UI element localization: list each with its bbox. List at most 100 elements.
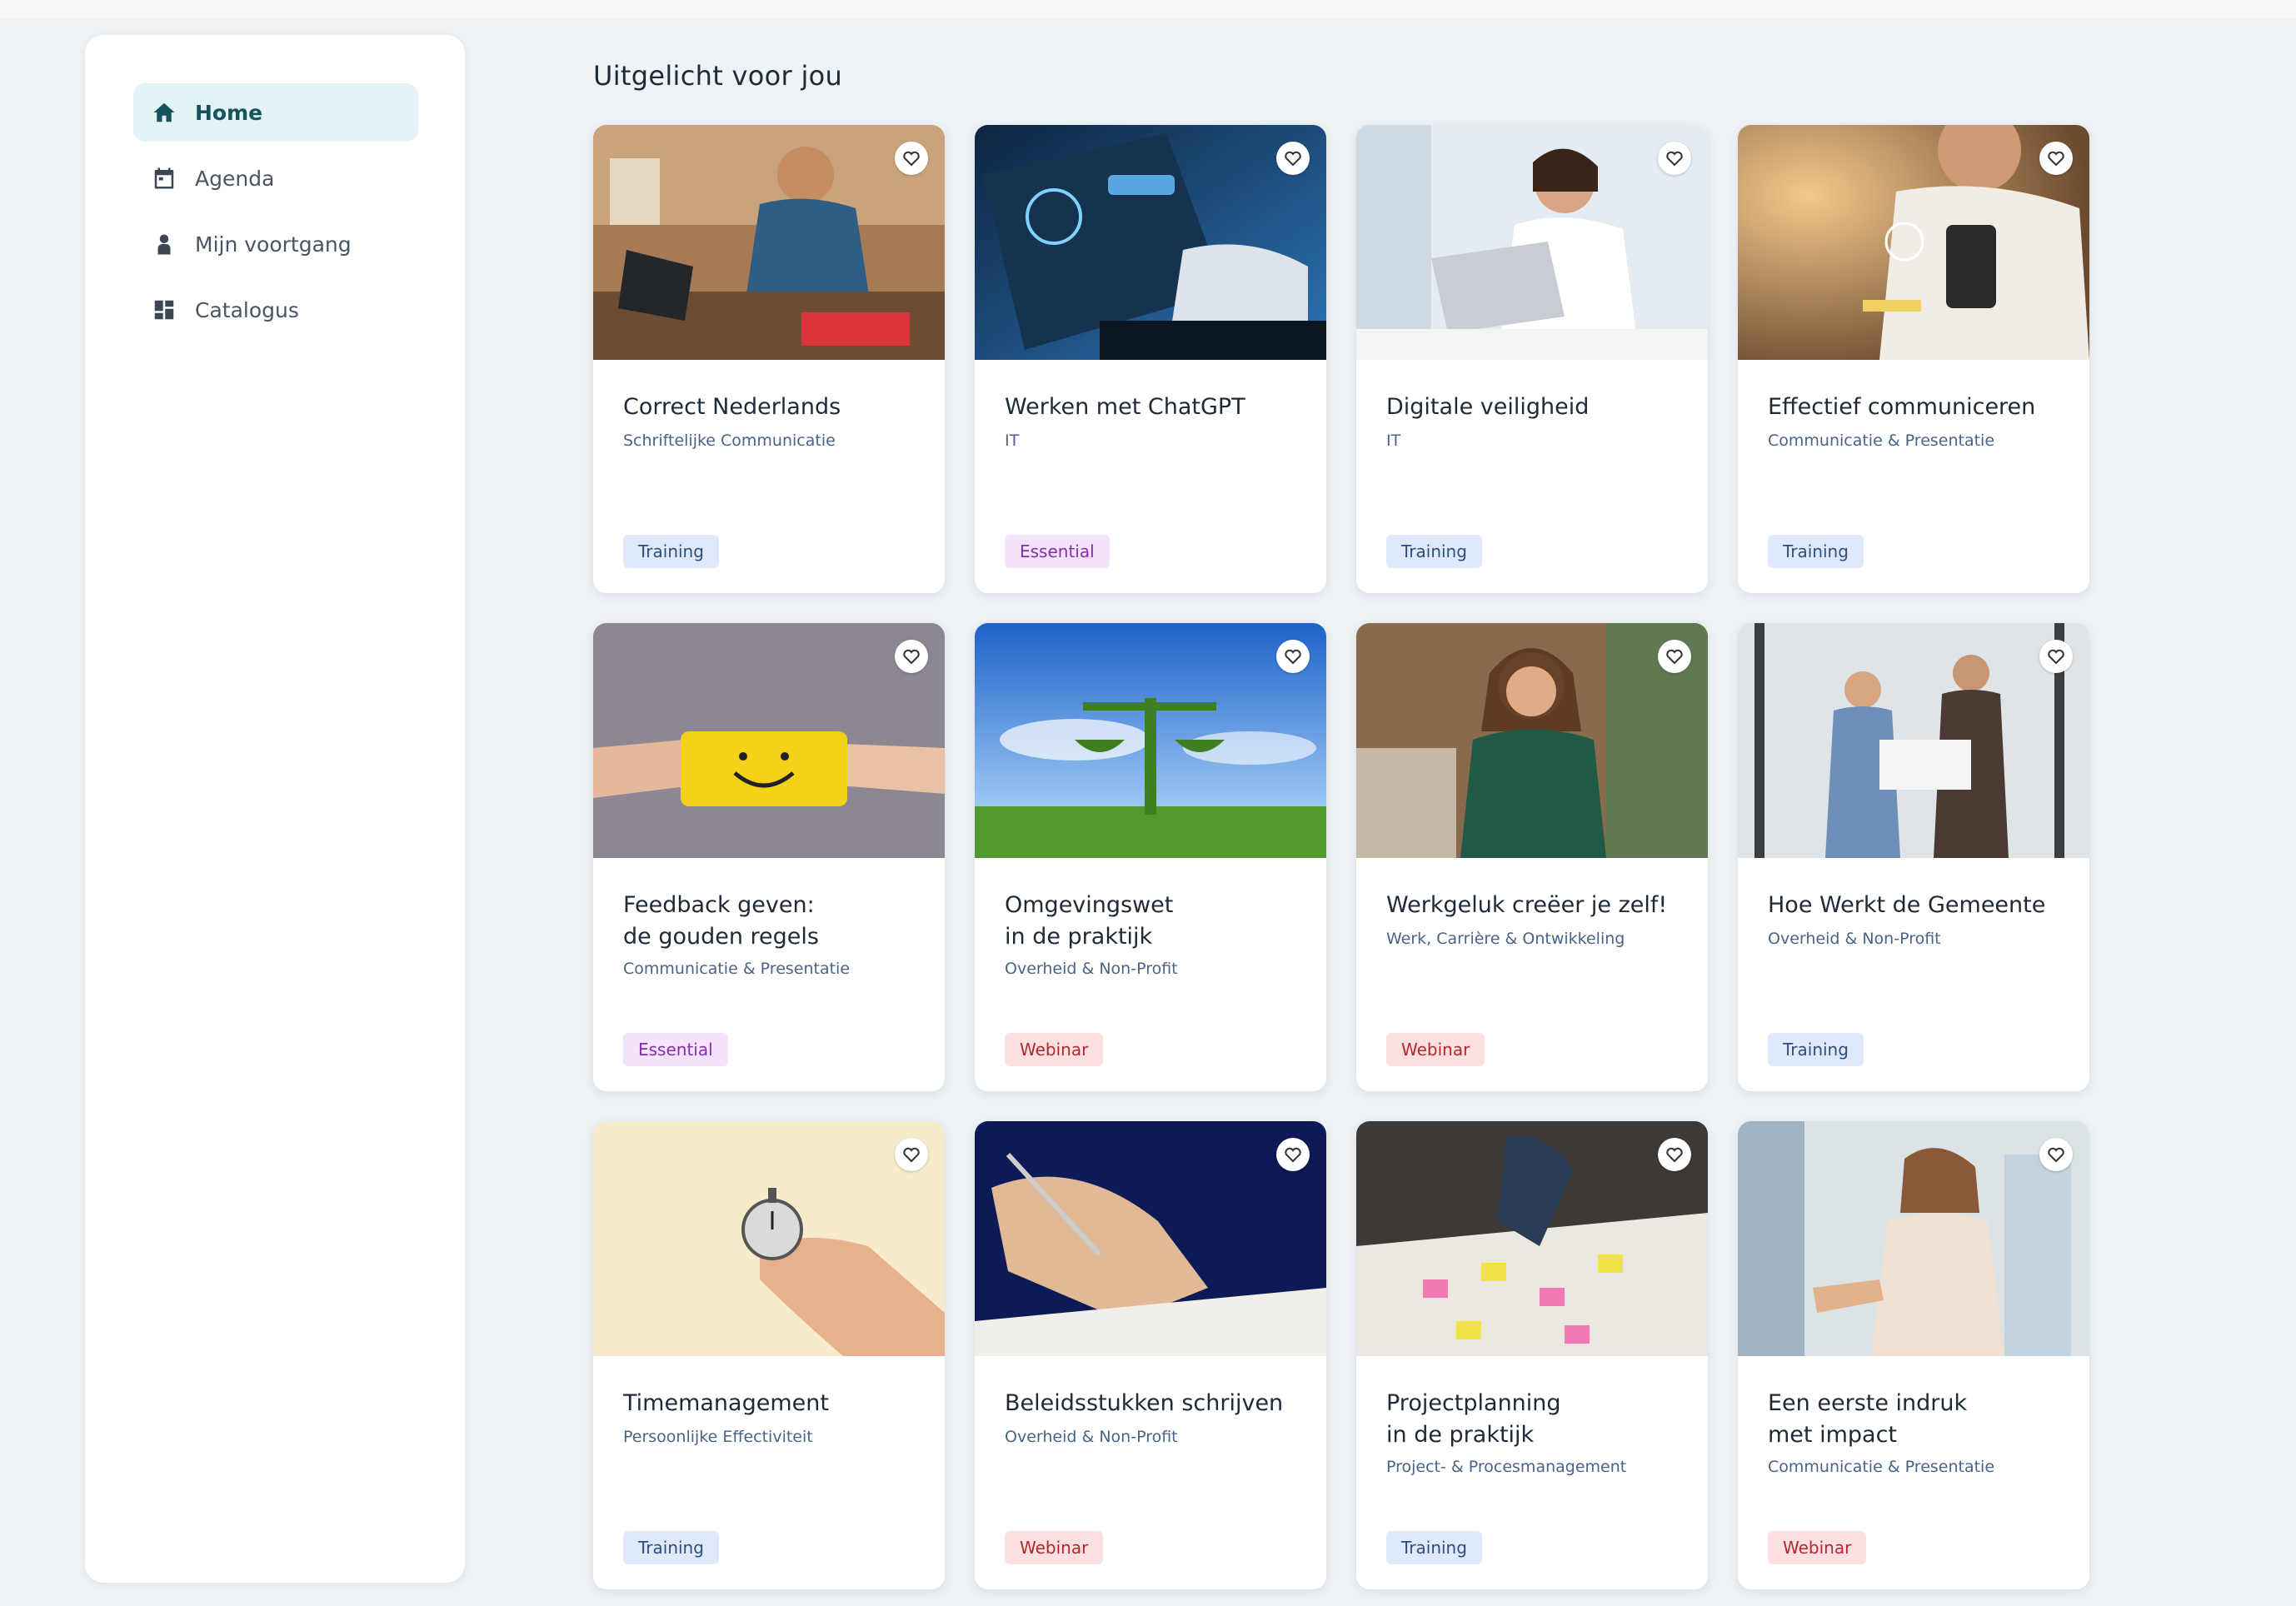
- course-card[interactable]: Omgevingswet in de praktijk Overheid & N…: [975, 623, 1326, 1091]
- sidebar-item-home[interactable]: Home: [133, 83, 418, 142]
- card-badge: Training: [1386, 535, 1482, 568]
- course-card[interactable]: Werkgeluk creëer je zelf! Werk, Carrière…: [1356, 623, 1708, 1091]
- heart-icon: [1285, 151, 1301, 167]
- sidebar-item-label: Mijn voortgang: [195, 232, 352, 257]
- favorite-button[interactable]: [1276, 142, 1310, 175]
- card-title: Effectief communiceren: [1768, 394, 2036, 420]
- favorite-button[interactable]: [2039, 640, 2073, 673]
- favorite-button[interactable]: [895, 640, 928, 673]
- card-title: Timemanagement: [623, 1390, 829, 1416]
- stopwatch-photo: [593, 1121, 945, 1356]
- favorite-button[interactable]: [1276, 1138, 1310, 1171]
- sidebar-nav: Home Agenda Mijn voortgang Catalogus: [133, 83, 418, 347]
- top-strip: [0, 0, 2296, 18]
- favorite-button[interactable]: [895, 1138, 928, 1171]
- card-category: Project- & Procesmanagement: [1386, 1458, 1627, 1476]
- course-card[interactable]: Feedback geven: de gouden regels Communi…: [593, 623, 945, 1091]
- favorite-button[interactable]: [1658, 1138, 1691, 1171]
- man-at-laptop-photo: [593, 125, 945, 360]
- favorite-button[interactable]: [895, 142, 928, 175]
- writing-hand-photo: [975, 1121, 1326, 1356]
- card-badge: Training: [1386, 1531, 1482, 1564]
- heart-icon: [1666, 1147, 1683, 1163]
- smiling-woman-photo: [1356, 623, 1708, 858]
- heart-icon: [1666, 649, 1683, 665]
- card-badge: Essential: [1005, 535, 1110, 568]
- favorite-button[interactable]: [2039, 142, 2073, 175]
- grid-icon: [150, 296, 178, 324]
- card-title: Projectplanning in de praktijk: [1386, 1390, 1561, 1448]
- card-title: Omgevingswet in de praktijk: [1005, 892, 1174, 950]
- woman-with-phone-photo: [1738, 125, 2089, 360]
- handshake-photo: [1738, 1121, 2089, 1356]
- card-title: Werken met ChatGPT: [1005, 394, 1245, 420]
- course-card[interactable]: Hoe Werkt de Gemeente Overheid & Non-Pro…: [1738, 623, 2089, 1091]
- card-badge: Webinar: [1005, 1033, 1104, 1066]
- woman-at-laptop-photo: [1356, 125, 1708, 360]
- card-title: Digitale veiligheid: [1386, 394, 1590, 420]
- course-card[interactable]: Beleidsstukken schrijven Overheid & Non-…: [975, 1121, 1326, 1589]
- course-card[interactable]: Een eerste indruk met impact Communicati…: [1738, 1121, 2089, 1589]
- section-title: Uitgelicht voor jou: [593, 60, 843, 92]
- card-title: Feedback geven: de gouden regels: [623, 892, 819, 950]
- heart-icon: [1285, 649, 1301, 665]
- card-title: Een eerste indruk met impact: [1768, 1390, 1968, 1448]
- card-category: Communicatie & Presentatie: [623, 960, 851, 978]
- card-badge: Essential: [623, 1033, 728, 1066]
- course-card[interactable]: Digitale veiligheid IT Training: [1356, 125, 1708, 593]
- card-category: Werk, Carrière & Ontwikkeling: [1386, 930, 1625, 948]
- sidebar-item-label: Home: [195, 100, 263, 125]
- heart-icon: [903, 1147, 920, 1163]
- heart-icon: [2048, 649, 2064, 665]
- favorite-button[interactable]: [1658, 142, 1691, 175]
- sidebar-item-label: Catalogus: [195, 297, 299, 322]
- card-badge: Webinar: [1768, 1531, 1867, 1564]
- course-card[interactable]: Werken met ChatGPT IT Essential: [975, 125, 1326, 593]
- favorite-button[interactable]: [1276, 640, 1310, 673]
- card-category: IT: [1386, 431, 1401, 450]
- heart-icon: [2048, 151, 2064, 167]
- sidebar-item-catalogus[interactable]: Catalogus: [133, 281, 418, 339]
- card-title: Hoe Werkt de Gemeente: [1768, 892, 2046, 918]
- card-category: Persoonlijke Effectiviteit: [623, 1428, 813, 1446]
- card-category: Overheid & Non-Profit: [1005, 960, 1178, 978]
- card-title: Werkgeluk creëer je zelf!: [1386, 892, 1668, 918]
- heart-icon: [2048, 1147, 2064, 1163]
- card-badge: Training: [1768, 1033, 1864, 1066]
- sidebar-item-agenda[interactable]: Agenda: [133, 149, 418, 207]
- green-scales-photo: [975, 623, 1326, 858]
- sidebar-item-mijn-voortgang[interactable]: Mijn voortgang: [133, 215, 418, 273]
- sidebar: Home Agenda Mijn voortgang Catalogus: [85, 35, 465, 1583]
- card-badge: Training: [1768, 535, 1864, 568]
- heart-icon: [1285, 1147, 1301, 1163]
- heart-icon: [1666, 151, 1683, 167]
- heart-icon: [903, 649, 920, 665]
- card-category: Schriftelijke Communicatie: [623, 431, 836, 450]
- card-title: Correct Nederlands: [623, 394, 841, 420]
- chatgpt-laptop-photo: [975, 125, 1326, 360]
- favorite-button[interactable]: [2039, 1138, 2073, 1171]
- card-category: IT: [1005, 431, 1020, 450]
- favorite-button[interactable]: [1658, 640, 1691, 673]
- sidebar-item-label: Agenda: [195, 166, 275, 191]
- card-category: Overheid & Non-Profit: [1005, 1428, 1178, 1446]
- home-icon: [150, 98, 178, 127]
- course-card[interactable]: Projectplanning in de praktijk Project- …: [1356, 1121, 1708, 1589]
- heart-icon: [903, 151, 920, 167]
- planning-table-photo: [1356, 1121, 1708, 1356]
- course-card[interactable]: Timemanagement Persoonlijke Effectivitei…: [593, 1121, 945, 1589]
- course-card[interactable]: Effectief communiceren Communicatie & Pr…: [1738, 125, 2089, 593]
- card-badge: Training: [623, 1531, 719, 1564]
- card-title: Beleidsstukken schrijven: [1005, 1390, 1284, 1416]
- card-category: Communicatie & Presentatie: [1768, 431, 1995, 450]
- card-badge: Webinar: [1386, 1033, 1485, 1066]
- card-category: Overheid & Non-Profit: [1768, 930, 1941, 948]
- course-card[interactable]: Correct Nederlands Schriftelijke Communi…: [593, 125, 945, 593]
- office-people-photo: [1738, 623, 2089, 858]
- card-badge: Webinar: [1005, 1531, 1104, 1564]
- smiley-card-photo: [593, 623, 945, 858]
- card-badge: Training: [623, 535, 719, 568]
- calendar-icon: [150, 164, 178, 192]
- course-grid: Correct Nederlands Schriftelijke Communi…: [593, 125, 2089, 1589]
- card-category: Communicatie & Presentatie: [1768, 1458, 1995, 1476]
